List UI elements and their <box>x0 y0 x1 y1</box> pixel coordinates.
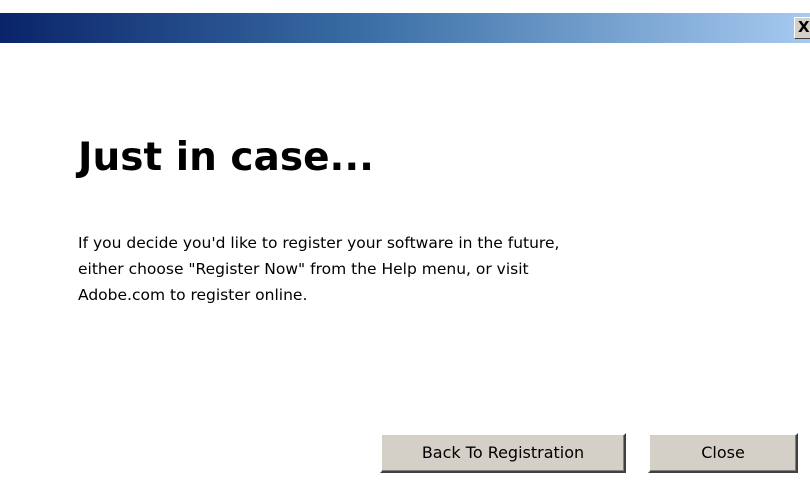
dialog-heading: Just in case... <box>78 135 374 180</box>
dialog-message: If you decide you'd like to register you… <box>78 230 738 308</box>
close-icon: X <box>798 18 810 36</box>
message-line: If you decide you'd like to register you… <box>78 234 560 252</box>
message-line: Adobe.com to register online. <box>78 286 308 304</box>
title-close-button[interactable]: X <box>794 17 810 39</box>
message-line: either choose "Register Now" from the He… <box>78 260 529 278</box>
registration-dialog: X Just in case... If you decide you'd li… <box>0 0 810 491</box>
close-button[interactable]: Close <box>648 433 798 473</box>
back-to-registration-button[interactable]: Back To Registration <box>380 433 626 473</box>
title-bar[interactable] <box>0 13 810 43</box>
